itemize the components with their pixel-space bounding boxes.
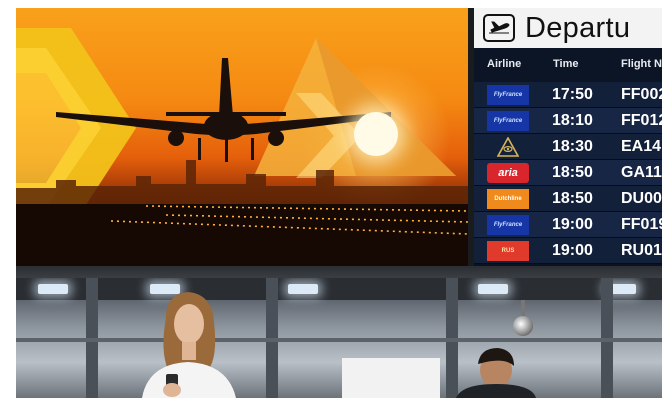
flight-number: FF002 xyxy=(621,86,662,103)
departure-time: 18:50 xyxy=(552,190,593,207)
departure-time: 18:30 xyxy=(552,138,593,155)
flight-row: RUS 19:00 RU01 xyxy=(474,238,662,264)
flight-list: FlyFrance 17:50 FF002 FlyFrance 18:10 FF… xyxy=(474,82,662,264)
departure-time: 17:50 xyxy=(552,86,593,103)
flight-row: aria 18:50 GA11 xyxy=(474,160,662,186)
flight-row: 18:30 EA14 xyxy=(474,134,662,160)
flight-number: RU01 xyxy=(621,242,662,259)
runway xyxy=(16,204,468,266)
flight-number: DU00 xyxy=(621,190,662,207)
flight-number: EA14 xyxy=(621,138,662,155)
column-headers: Airline Time Flight N xyxy=(474,48,662,82)
advert-screen xyxy=(16,8,468,266)
board-header: Departu xyxy=(474,8,662,48)
sun xyxy=(354,112,398,156)
departure-time: 19:00 xyxy=(552,242,593,259)
departure-time: 19:00 xyxy=(552,216,593,233)
advert-artwork xyxy=(16,28,468,266)
travellers xyxy=(142,292,536,398)
airline-logo-flyfrance: FlyFrance xyxy=(487,85,529,105)
airline-logo-aria: aria xyxy=(487,163,529,183)
pyramid-eye-icon xyxy=(487,137,529,157)
traveller-woman xyxy=(142,292,236,398)
board-title: Departu xyxy=(525,11,631,44)
flight-row: FlyFrance 18:10 FF012 xyxy=(474,108,662,134)
airport-scene: Departu Airline Time Flight N FlyFrance … xyxy=(16,8,662,398)
flight-number: FF019 xyxy=(621,216,662,233)
airline-logo-flyfrance: FlyFrance xyxy=(487,111,529,131)
column-header-airline: Airline xyxy=(487,58,522,70)
flight-number: FF012 xyxy=(621,112,662,129)
airline-logo-flyfrance: FlyFrance xyxy=(487,215,529,235)
column-header-time: Time xyxy=(553,58,579,70)
flight-number: GA11 xyxy=(621,164,662,181)
departure-time: 18:10 xyxy=(552,112,593,129)
screen-bezel xyxy=(16,266,662,278)
departures-board: Departu Airline Time Flight N FlyFrance … xyxy=(474,8,662,266)
airplane-departure-icon xyxy=(483,14,515,42)
departure-time: 18:50 xyxy=(552,164,593,181)
flight-row: Dutchline 18:50 DU00 xyxy=(474,186,662,212)
flight-row: FlyFrance 17:50 FF002 xyxy=(474,82,662,108)
flight-row: FlyFrance 19:00 FF019 xyxy=(474,212,662,238)
column-header-flight: Flight N xyxy=(621,58,662,70)
airline-logo-dutchline: Dutchline xyxy=(487,189,529,209)
airline-logo-rus: RUS xyxy=(487,241,529,261)
terminal-interior xyxy=(16,278,662,398)
traveller-man xyxy=(456,348,536,398)
